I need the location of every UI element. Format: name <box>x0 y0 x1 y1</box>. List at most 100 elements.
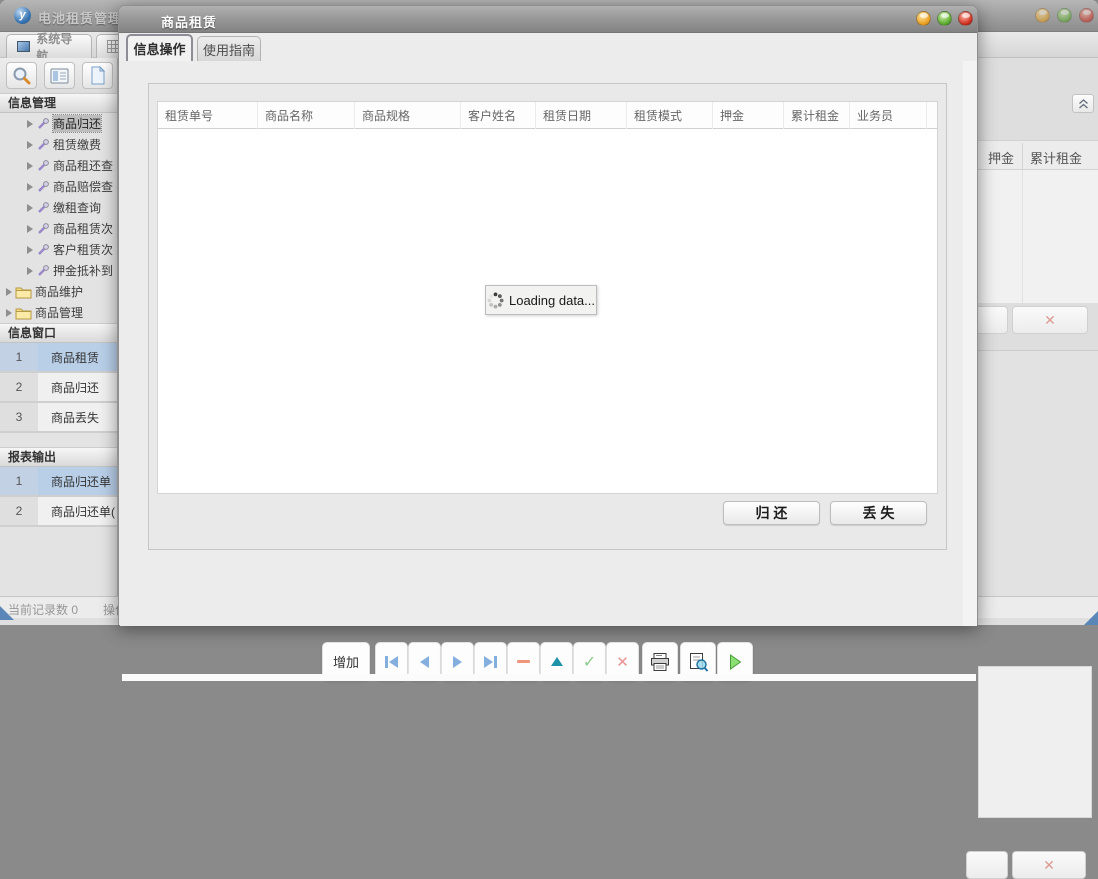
tool-icon <box>36 201 50 215</box>
chevron-up-double-icon <box>1078 99 1089 109</box>
tree-item-customer-rental-times[interactable]: 客户租赁次 <box>0 239 117 260</box>
tool-icon <box>36 222 50 236</box>
play-icon <box>727 653 743 671</box>
tree-item-compensation-query[interactable]: 商品赔偿查 <box>0 176 117 197</box>
column-divider <box>1022 143 1023 169</box>
check-icon: ✓ <box>583 652 596 672</box>
dialog-minimize-button[interactable] <box>916 11 931 26</box>
expand-arrow-icon[interactable] <box>27 141 33 149</box>
collapse-button[interactable] <box>1072 94 1094 113</box>
expand-arrow-icon[interactable] <box>6 309 12 317</box>
section-header-report-output: 报表输出 <box>0 447 117 467</box>
section-header-info-window: 信息窗口 <box>0 323 117 343</box>
column-header-customer-name[interactable]: 客户姓名 <box>461 102 536 129</box>
main-close-button[interactable] <box>1079 8 1094 23</box>
tab-user-guide[interactable]: 使用指南 <box>197 36 261 61</box>
tree-item-deposit-offset[interactable]: 押金抵补到 <box>0 260 117 281</box>
background-group-inner <box>978 666 1092 818</box>
list-item-return-slip-2[interactable]: 2 商品归还单( <box>0 497 117 527</box>
tree-item-goods-return[interactable]: 商品归还 <box>0 113 117 134</box>
list-item-goods-rental[interactable]: 1 商品租赁 <box>0 343 117 373</box>
search-button[interactable] <box>6 62 37 89</box>
dialog-content: 租赁单号 商品名称 商品规格 客户姓名 租赁日期 租赁模式 押金 累计租金 业务… <box>120 61 977 626</box>
column-header-rental-no[interactable]: 租赁单号 <box>158 102 258 129</box>
tab-info-operation[interactable]: 信息操作 <box>126 34 193 61</box>
column-header-salesperson[interactable]: 业务员 <box>850 102 927 129</box>
loading-indicator: Loading data... <box>485 285 597 315</box>
dialog-title: 商品租赁 <box>161 12 217 31</box>
report-output-list: 1 商品归还单 2 商品归还单( <box>0 467 117 527</box>
toolbar-strip <box>122 674 976 681</box>
expand-arrow-icon[interactable] <box>27 120 33 128</box>
tool-icon <box>36 117 50 131</box>
tree-item-goods-rental-times[interactable]: 商品租赁次 <box>0 218 117 239</box>
lost-button[interactable]: 丢 失 <box>830 501 927 525</box>
next-record-icon <box>453 656 462 668</box>
scrollbar-track[interactable] <box>963 61 977 626</box>
prev-record-icon <box>420 656 429 668</box>
expand-arrow-icon[interactable] <box>27 183 33 191</box>
dialog-maximize-button[interactable] <box>937 11 952 26</box>
column-divider <box>1022 170 1023 303</box>
expand-arrow-icon[interactable] <box>27 246 33 254</box>
main-maximize-button[interactable] <box>1057 8 1072 23</box>
column-header-total-rent[interactable]: 累计租金 <box>784 102 850 129</box>
background-group-panel: ✕ <box>978 350 1098 596</box>
column-header-rental-mode[interactable]: 租赁模式 <box>627 102 713 129</box>
background-close-button[interactable]: ✕ <box>1012 851 1086 879</box>
expand-arrow-icon[interactable] <box>27 267 33 275</box>
tree-folder-goods-management[interactable]: 商品管理 <box>0 302 117 323</box>
background-table-body <box>978 170 1098 303</box>
main-minimize-button[interactable] <box>1035 8 1050 23</box>
tree-folder-goods-maintenance[interactable]: 商品维护 <box>0 281 117 302</box>
folder-icon <box>15 306 32 320</box>
folder-icon <box>15 285 32 299</box>
first-record-icon <box>385 656 398 668</box>
minus-icon <box>517 660 530 663</box>
tree-item-rent-pay-query[interactable]: 缴租查询 <box>0 197 117 218</box>
list-item-goods-lost[interactable]: 3 商品丢失 <box>0 403 117 433</box>
report-button[interactable] <box>44 62 75 89</box>
app-logo-icon: y <box>14 7 31 24</box>
dialog-titlebar[interactable]: 商品租赁 <box>119 6 977 33</box>
background-table-header: 押金 累计租金 <box>978 140 1098 170</box>
cross-icon: ✕ <box>616 653 629 671</box>
expand-arrow-icon[interactable] <box>6 288 12 296</box>
column-header-goods-name[interactable]: 商品名称 <box>258 102 355 129</box>
list-item-goods-return[interactable]: 2 商品归还 <box>0 373 117 403</box>
expand-arrow-icon[interactable] <box>27 204 33 212</box>
close-x-icon: ✕ <box>1044 312 1056 329</box>
expand-arrow-icon[interactable] <box>27 162 33 170</box>
resize-grip-left[interactable] <box>0 606 14 620</box>
list-item-return-slip[interactable]: 1 商品归还单 <box>0 467 117 497</box>
column-header-total-rent[interactable]: 累计租金 <box>1030 148 1082 167</box>
tree-item-rent-return-query[interactable]: 商品租还查 <box>0 155 117 176</box>
tool-icon <box>36 138 50 152</box>
resize-grip-right[interactable] <box>1084 611 1098 625</box>
tree-item-rental-payment[interactable]: 租赁缴费 <box>0 134 117 155</box>
column-header-deposit[interactable]: 押金 <box>988 148 1014 167</box>
sidebar-toolbar <box>0 58 117 93</box>
tree-info-management: 商品归还 租赁缴费 商品租还查 商品赔偿查 缴租查询 <box>0 113 117 323</box>
background-close-button[interactable]: ✕ <box>1012 306 1088 334</box>
tab-system-navigation[interactable]: 系统导航 <box>6 34 92 58</box>
document-button[interactable] <box>82 62 113 89</box>
background-panel: 押金 累计租金 ✕ ✕ <box>978 58 1098 596</box>
search-icon <box>12 66 32 86</box>
expand-arrow-icon[interactable] <box>27 225 33 233</box>
system-navigation-icon <box>17 41 30 52</box>
loading-text: Loading data... <box>509 293 595 308</box>
print-preview-icon <box>688 652 709 672</box>
printer-icon <box>649 652 671 672</box>
dialog-close-button[interactable] <box>958 11 973 26</box>
column-header-deposit[interactable]: 押金 <box>713 102 784 129</box>
close-x-icon: ✕ <box>1043 857 1055 874</box>
tool-icon <box>36 159 50 173</box>
return-button[interactable]: 归 还 <box>723 501 820 525</box>
background-button[interactable] <box>966 851 1008 879</box>
column-header-goods-spec[interactable]: 商品规格 <box>355 102 461 129</box>
column-header-rental-date[interactable]: 租赁日期 <box>536 102 627 129</box>
tool-icon <box>36 180 50 194</box>
tool-icon <box>36 243 50 257</box>
goods-rental-dialog: 商品租赁 信息操作 使用指南 租赁单号 商品名称 商品规格 客户姓名 租赁日期 … <box>118 5 978 625</box>
